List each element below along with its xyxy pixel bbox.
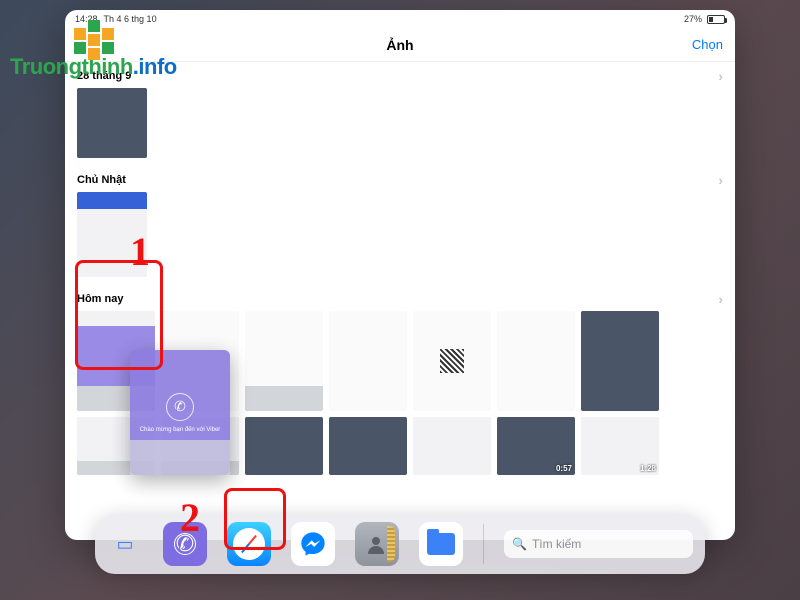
messenger-app-icon[interactable] (291, 522, 335, 566)
photo-thumb[interactable] (413, 417, 491, 475)
select-button[interactable]: Chọn (692, 37, 723, 52)
dragged-photo[interactable]: ✆ Chào mừng bạn đến với Viber (130, 350, 230, 475)
video-thumb[interactable]: 1:28 (581, 417, 659, 475)
photo-thumb[interactable] (77, 88, 147, 158)
section-header-3[interactable]: Hôm nay › (65, 285, 735, 311)
photo-thumb[interactable] (329, 311, 407, 411)
photo-thumb[interactable] (497, 311, 575, 411)
safari-app-icon[interactable] (227, 522, 271, 566)
dock-divider (483, 524, 484, 564)
photo-thumb[interactable] (413, 311, 491, 411)
contacts-app-icon[interactable] (355, 522, 399, 566)
status-bar: 14:28 Th 4 6 thg 10 27% (65, 10, 735, 28)
dragged-caption: Chào mừng bạn đến với Viber (140, 427, 221, 433)
files-app-icon[interactable] (419, 522, 463, 566)
person-icon (365, 532, 389, 556)
section-header-2[interactable]: Chủ Nhật › (65, 166, 735, 192)
video-thumb[interactable]: 0:57 (497, 417, 575, 475)
annotation-label-2: 2 (180, 494, 200, 541)
search-icon: 🔍 (512, 537, 527, 551)
chevron-right-icon: › (718, 172, 723, 188)
watermark-logo-icon (74, 20, 130, 76)
chevron-right-icon: › (718, 291, 723, 307)
messenger-icon (299, 530, 327, 558)
photo-thumb[interactable] (329, 417, 407, 475)
battery-percent: 27% (684, 14, 702, 24)
annotation-label-1: 1 (130, 228, 150, 275)
search-placeholder: Tìm kiếm (532, 537, 581, 551)
chevron-right-icon: › (718, 68, 723, 84)
section-title: Chủ Nhật (77, 174, 126, 186)
section-title: Hôm nay (77, 293, 123, 305)
dock-search[interactable]: 🔍 Tìm kiếm (504, 530, 693, 558)
photo-thumb[interactable] (245, 311, 323, 411)
nav-title: Ảnh (386, 37, 413, 53)
photo-thumb[interactable] (581, 311, 659, 411)
folder-icon (427, 533, 455, 555)
video-duration: 1:28 (640, 464, 656, 473)
photo-thumb[interactable] (245, 417, 323, 475)
viber-icon: ✆ (166, 393, 194, 421)
watermark: Truongthinh.info (10, 54, 177, 80)
recent-app-icon[interactable]: ▭ (107, 526, 143, 562)
battery-icon (707, 15, 725, 24)
video-duration: 0:57 (556, 464, 572, 473)
watermark-text-2: .info (133, 54, 177, 79)
